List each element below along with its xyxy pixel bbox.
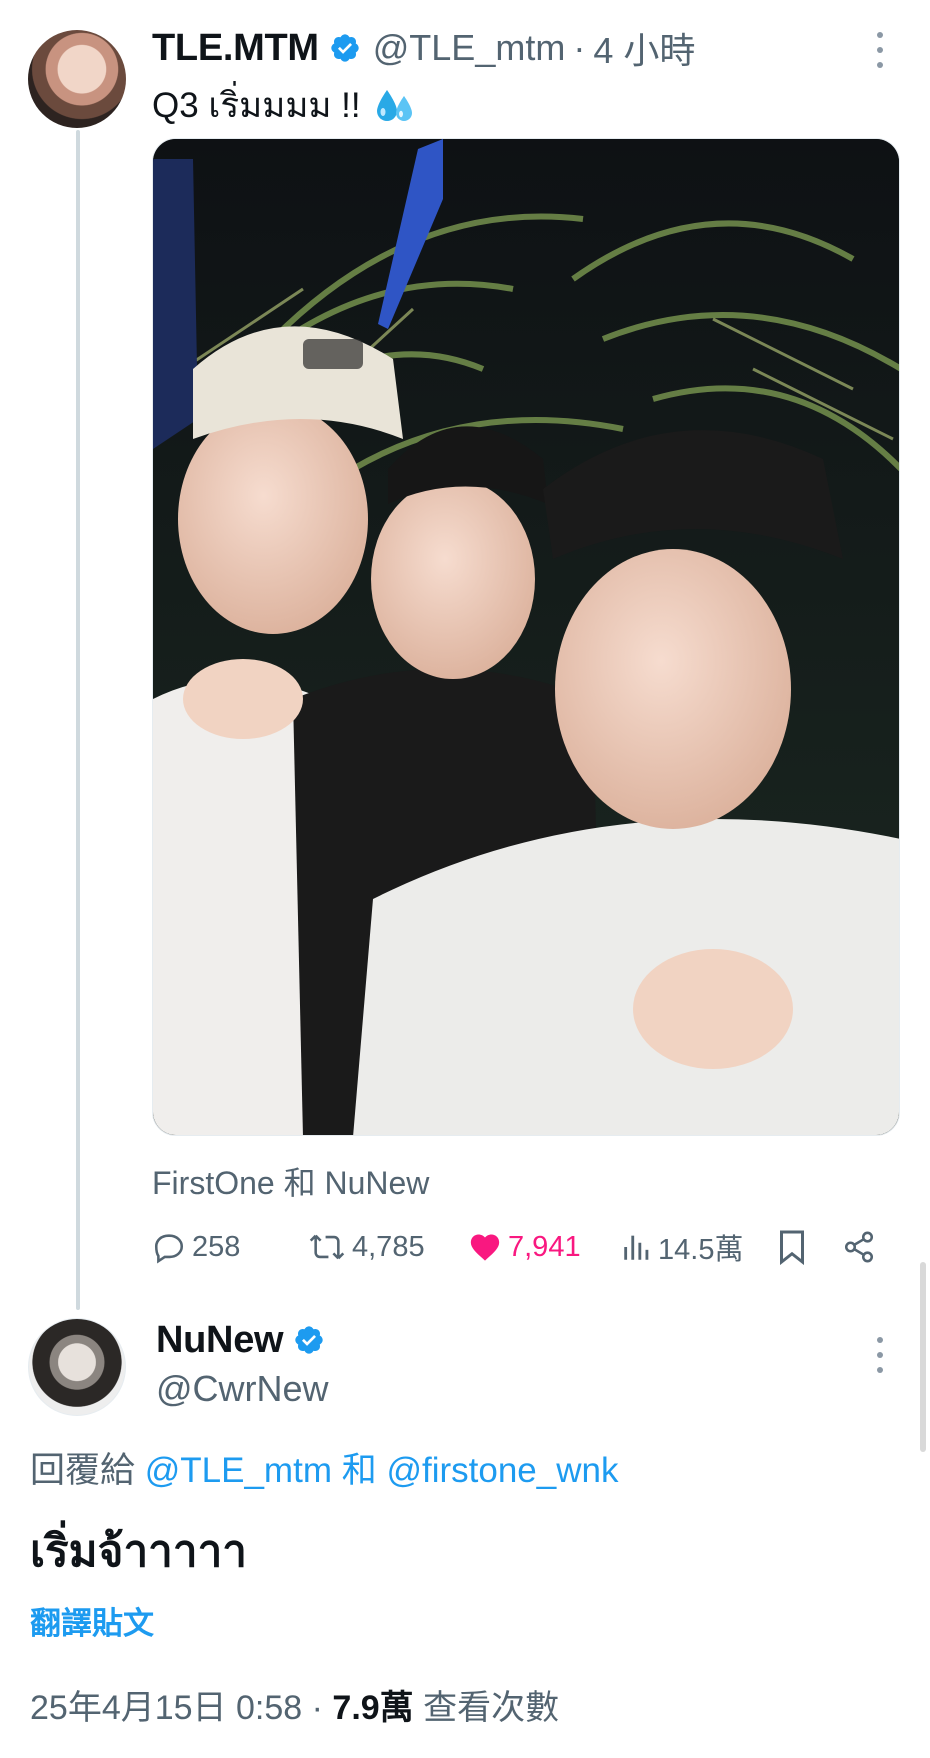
meta-separator: · [311,1689,323,1727]
retweet-count: 4,785 [352,1230,425,1263]
tweet-timestamp[interactable]: 4 小時 [593,22,695,74]
tweet-actions-bar: 258 4,785 7,941 14.5萬 [152,1222,892,1272]
analytics-bars-icon [624,1235,649,1260]
reply-button[interactable]: 258 [152,1222,240,1272]
more-options-icon[interactable] [870,1337,890,1373]
reply-author-name[interactable]: NuNew [156,1319,284,1362]
reply-count: 258 [192,1230,241,1263]
views-button[interactable]: 14.5萬 [622,1222,743,1272]
separator-dot: · [573,27,586,68]
scrollbar[interactable] [920,1262,926,1452]
reply-meta: 25年4月15日 0:58 · 7.9萬 查看次數 [30,1680,559,1729]
translate-post-link[interactable]: 翻譯貼文 [30,1598,154,1643]
verified-badge-icon [293,1324,325,1356]
tagged-users[interactable]: FirstOne 和 NuNew [152,1158,429,1204]
heart-filled-icon [470,1234,500,1261]
tweet-header: TLE.MTM @TLE_mtm · 4 小時 [152,26,695,72]
reply-to-conjunction: 和 [341,1451,377,1490]
tweet-text: Q3 เริ่มมมม !! [152,78,417,133]
share-button[interactable] [842,1222,882,1272]
reply-to-prefix: 回覆給 [30,1451,136,1490]
retweet-button[interactable]: 4,785 [308,1222,425,1272]
sweat-droplets-icon [376,89,412,121]
avatar-tle-mtm[interactable] [28,30,126,128]
reply-icon [154,1234,184,1264]
reply-text: เริ่มจ้าาาาา [30,1527,247,1576]
more-options-icon[interactable] [870,32,890,68]
selfie-photo-image [153,139,899,1135]
bookmark-icon [780,1230,804,1265]
thread-connector-line [76,130,80,1310]
tweet-thread-page: TLE.MTM @TLE_mtm · 4 小時 Q3 เริ่มมมม !! F… [0,0,930,1758]
mention-link-firstone-wnk[interactable]: @firstone_wnk [386,1451,618,1490]
reply-views-label: 查看次數 [423,1689,560,1727]
verified-badge-icon [329,32,361,64]
reply-header: NuNew @CwrNew [156,1318,329,1410]
reply-date[interactable]: 25年4月15日 0:58 [30,1689,302,1727]
bookmark-button[interactable] [777,1222,813,1272]
avatar-nunew[interactable] [28,1318,126,1416]
like-count: 7,941 [508,1230,581,1263]
share-icon [844,1231,874,1263]
author-handle[interactable]: @TLE_mtm [373,27,566,69]
replying-to-line: 回覆給 @TLE_mtm 和 @firstone_wnk [30,1442,618,1493]
like-button[interactable]: 7,941 [468,1222,581,1272]
retweet-icon [309,1234,345,1260]
views-count: 14.5萬 [658,1234,744,1266]
author-name[interactable]: TLE.MTM [152,27,319,70]
reply-author-handle[interactable]: @CwrNew [156,1368,329,1410]
tweet-text-content: Q3 เริ่มมมม !! [152,86,361,125]
tweet-photo[interactable] [152,138,900,1136]
reply-views-count: 7.9萬 [332,1689,414,1727]
mention-link-tle-mtm[interactable]: @TLE_mtm [145,1451,332,1490]
